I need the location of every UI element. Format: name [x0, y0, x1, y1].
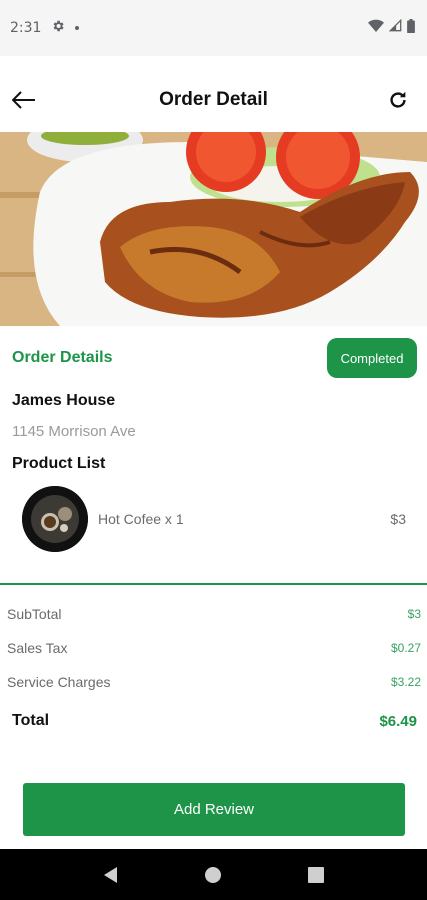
status-badge: Completed [327, 338, 417, 378]
divider [0, 583, 427, 585]
status-left: 2:31 [10, 19, 80, 38]
sales-tax-row: Sales Tax $0.27 [7, 640, 421, 656]
gear-icon [51, 19, 65, 38]
recents-square-icon[interactable] [296, 855, 336, 895]
restaurant-address: 1145 Morrison Ave [12, 423, 136, 440]
refresh-icon[interactable] [385, 87, 411, 113]
restaurant-name: James House [12, 392, 116, 409]
product-thumbnail [22, 486, 88, 552]
sales-tax-label: Sales Tax [7, 640, 68, 656]
product-name: Hot Cofee x 1 [98, 511, 184, 527]
battery-icon [407, 18, 415, 38]
app-bar: Order Detail [0, 68, 427, 132]
order-details-title: Order Details [12, 349, 113, 366]
notification-dot-icon [75, 26, 80, 30]
subtotal-row: SubTotal $3 [7, 606, 421, 622]
subtotal-value: $3 [407, 607, 421, 621]
status-time: 2:31 [10, 20, 42, 36]
subtotal-label: SubTotal [7, 606, 62, 622]
arrow-left-icon[interactable] [10, 86, 38, 114]
product-price: $3 [390, 511, 406, 527]
service-charges-label: Service Charges [7, 674, 111, 690]
total-value: $6.49 [379, 712, 417, 730]
service-charges-row: Service Charges $3.22 [7, 674, 421, 690]
total-row: Total $6.49 [7, 712, 421, 730]
service-charges-value: $3.22 [390, 675, 421, 689]
page-title: Order Detail [159, 89, 268, 110]
sales-tax-value: $0.27 [390, 641, 421, 655]
status-right [368, 18, 415, 38]
signal-icon [388, 18, 402, 37]
wifi-icon [368, 19, 384, 38]
back-triangle-icon[interactable] [91, 855, 131, 895]
list-item: Hot Cofee x 1 $3 [22, 486, 412, 552]
product-list-title: Product List [12, 455, 106, 472]
hero-food-image [0, 132, 427, 326]
add-review-button[interactable]: Add Review [23, 783, 405, 836]
status-bar: 2:31 [0, 0, 427, 56]
total-label: Total [12, 712, 50, 729]
home-circle-icon[interactable] [193, 855, 233, 895]
system-nav-bar [0, 849, 427, 900]
